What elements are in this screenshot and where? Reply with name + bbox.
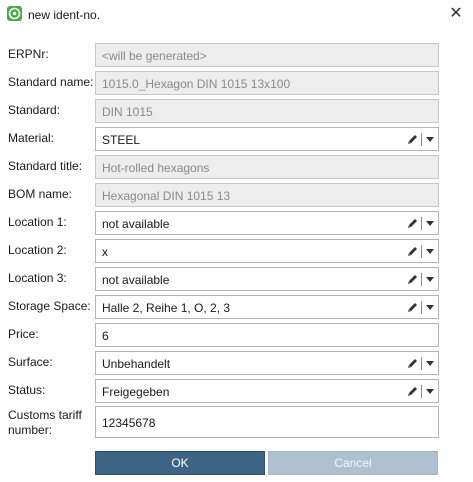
- location3-label: Location 3:: [8, 271, 67, 285]
- app-logo-icon: [7, 6, 22, 21]
- window-title: new ident-no.: [28, 8, 101, 22]
- pencil-icon[interactable]: [406, 244, 418, 258]
- location2-field[interactable]: x: [95, 239, 439, 263]
- chevron-down-icon[interactable]: [426, 361, 434, 366]
- standard-name-field: 1015.0_Hexagon DIN 1015 13x100: [95, 71, 439, 95]
- standard-title-row: Standard title: Hot-rolled hexagons: [0, 154, 473, 180]
- location2-label: Location 2:: [8, 243, 67, 257]
- location1-label: Location 1:: [8, 215, 67, 229]
- surface-label: Surface:: [8, 355, 53, 369]
- chevron-down-icon[interactable]: [426, 389, 434, 394]
- standard-name-row: Standard name: 1015.0_Hexagon DIN 1015 1…: [0, 70, 473, 96]
- material-field[interactable]: STEEL: [95, 127, 439, 151]
- cancel-button[interactable]: Cancel: [268, 451, 438, 475]
- title-bar: new ident-no. ✕: [0, 0, 473, 30]
- surface-value: Unbehandelt: [102, 357, 171, 371]
- storage-space-label: Storage Space:: [8, 299, 91, 313]
- erpnr-value: <will be generated>: [102, 49, 207, 63]
- customs-tariff-value: 12345678: [102, 416, 156, 430]
- storage-space-value: Halle 2, Reihe 1, O, 2, 3: [102, 301, 231, 315]
- chevron-down-icon[interactable]: [426, 137, 434, 142]
- bom-name-value: Hexagonal DIN 1015 13: [102, 189, 231, 203]
- customs-tariff-label: Customs tariff number:: [8, 408, 82, 437]
- standard-title-value: Hot-rolled hexagons: [102, 161, 210, 175]
- bom-name-label: BOM name:: [8, 187, 73, 201]
- standard-row: Standard: DIN 1015: [0, 98, 473, 124]
- bom-name-row: BOM name: Hexagonal DIN 1015 13: [0, 182, 473, 208]
- chevron-down-icon[interactable]: [426, 249, 434, 254]
- material-label: Material:: [8, 131, 55, 145]
- pencil-icon[interactable]: [406, 384, 418, 398]
- erpnr-label: ERPNr:: [8, 47, 49, 61]
- location3-value: not available: [102, 273, 170, 287]
- chevron-down-icon[interactable]: [426, 305, 434, 310]
- pencil-icon[interactable]: [406, 300, 418, 314]
- location3-row: Location 3: not available: [0, 266, 473, 292]
- price-label: Price:: [8, 327, 39, 341]
- customs-tariff-input[interactable]: 12345678: [95, 406, 439, 438]
- customs-tariff-row: Customs tariff number: 12345678: [0, 406, 473, 446]
- status-field[interactable]: Freigegeben: [95, 379, 439, 403]
- price-input[interactable]: 6: [95, 323, 439, 347]
- surface-field[interactable]: Unbehandelt: [95, 351, 439, 375]
- chevron-down-icon[interactable]: [426, 221, 434, 226]
- standard-label: Standard:: [8, 103, 61, 117]
- erpnr-row: ERPNr: <will be generated>: [0, 42, 473, 68]
- chevron-down-icon[interactable]: [426, 277, 434, 282]
- standard-name-value: 1015.0_Hexagon DIN 1015 13x100: [102, 77, 291, 91]
- bom-name-field: Hexagonal DIN 1015 13: [95, 183, 439, 207]
- location1-row: Location 1: not available: [0, 210, 473, 236]
- standard-field: DIN 1015: [95, 99, 439, 123]
- ok-button[interactable]: OK: [95, 451, 265, 475]
- pencil-icon[interactable]: [406, 216, 418, 230]
- storage-space-field[interactable]: Halle 2, Reihe 1, O, 2, 3: [95, 295, 439, 319]
- pencil-icon[interactable]: [406, 356, 418, 370]
- status-value: Freigegeben: [102, 385, 170, 399]
- erpnr-field: <will be generated>: [95, 43, 439, 67]
- surface-row: Surface: Unbehandelt: [0, 350, 473, 376]
- price-row: Price: 6: [0, 322, 473, 348]
- material-value: STEEL: [102, 133, 141, 147]
- separator: [421, 273, 422, 286]
- separator: [421, 245, 422, 258]
- standard-title-label: Standard title:: [8, 159, 83, 173]
- location1-field[interactable]: not available: [95, 211, 439, 235]
- status-label: Status:: [8, 383, 46, 397]
- standard-value: DIN 1015: [102, 105, 153, 119]
- pencil-icon[interactable]: [406, 272, 418, 286]
- storage-space-row: Storage Space: Halle 2, Reihe 1, O, 2, 3: [0, 294, 473, 320]
- location3-field[interactable]: not available: [95, 267, 439, 291]
- standard-title-field: Hot-rolled hexagons: [95, 155, 439, 179]
- status-row: Status: Freigegeben: [0, 378, 473, 404]
- separator: [421, 385, 422, 398]
- separator: [421, 217, 422, 230]
- price-value: 6: [102, 329, 109, 343]
- material-row: Material: STEEL: [0, 126, 473, 152]
- close-button[interactable]: ✕: [439, 0, 473, 30]
- pencil-icon[interactable]: [406, 132, 418, 146]
- close-icon: ✕: [449, 5, 463, 22]
- location1-value: not available: [102, 217, 170, 231]
- location2-value: x: [102, 245, 108, 259]
- separator: [421, 301, 422, 314]
- separator: [421, 133, 422, 146]
- standard-name-label: Standard name:: [8, 75, 94, 89]
- separator: [421, 357, 422, 370]
- location2-row: Location 2: x: [0, 238, 473, 264]
